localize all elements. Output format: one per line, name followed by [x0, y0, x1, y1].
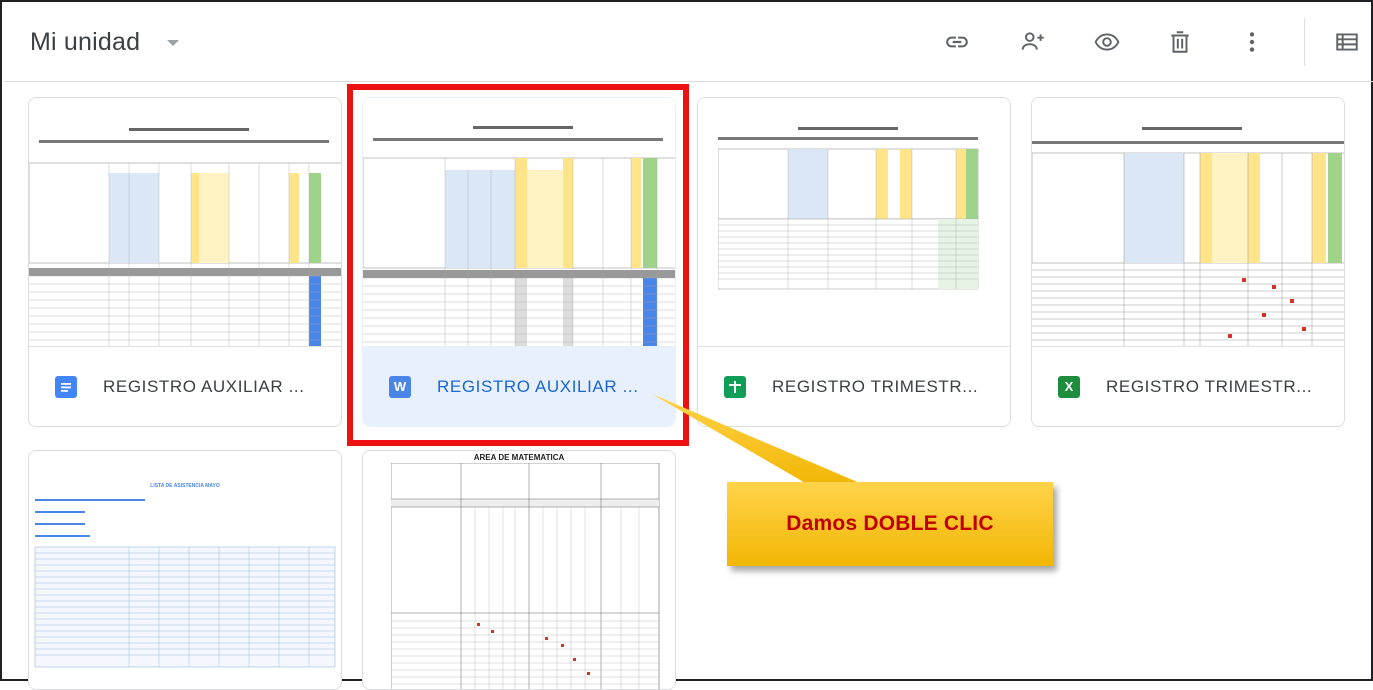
- file-card-footer: W REGISTRO AUXILIAR ...: [363, 346, 675, 426]
- file-thumbnail: LISTA DE ASISTENCIA MAYO: [29, 451, 341, 689]
- file-thumbnail: [698, 98, 1010, 348]
- file-card[interactable]: REGISTRO AUXILIAR ...: [28, 97, 342, 427]
- file-thumbnail: [1032, 98, 1344, 348]
- file-thumbnail: [363, 98, 675, 348]
- file-card[interactable]: LISTA DE ASISTENCIA MAYO: [28, 450, 342, 690]
- word-icon: W: [389, 375, 411, 398]
- file-card[interactable]: X REGISTRO TRIMESTR...: [1031, 97, 1345, 427]
- share-person-icon[interactable]: [1015, 24, 1051, 60]
- callout-text: Damos DOBLE CLIC: [786, 512, 994, 535]
- trash-icon[interactable]: [1162, 24, 1198, 60]
- file-card[interactable]: REGISTRO TRIMESTR...: [697, 97, 1011, 427]
- file-name: REGISTRO TRIMESTR...: [1106, 376, 1313, 396]
- file-card-footer: REGISTRO TRIMESTR...: [698, 346, 1010, 426]
- more-vert-icon[interactable]: [1234, 24, 1270, 60]
- file-thumbnail: AREA DE MATEMATICA: [363, 451, 675, 689]
- file-name: REGISTRO TRIMESTR...: [772, 376, 979, 396]
- list-view-icon[interactable]: [1329, 24, 1365, 60]
- file-card-footer: X REGISTRO TRIMESTR...: [1032, 346, 1344, 426]
- chevron-down-icon[interactable]: [167, 40, 179, 46]
- link-icon[interactable]: [939, 24, 975, 60]
- page-title[interactable]: Mi unidad: [30, 28, 140, 57]
- file-name: REGISTRO AUXILIAR ...: [437, 376, 639, 396]
- drive-window: Mi unidad REGISTRO AUXILIAR ... W REGIST…: [0, 0, 1373, 690]
- file-card-footer: REGISTRO AUXILIAR ...: [29, 346, 341, 426]
- file-card[interactable]: AREA DE MATEMATICA: [362, 450, 676, 690]
- google-docs-icon: [55, 375, 77, 398]
- drive-header: Mi unidad: [4, 4, 1373, 82]
- preview-eye-icon[interactable]: [1089, 24, 1125, 60]
- callout-box: Damos DOBLE CLIC: [727, 482, 1053, 566]
- thumbnail-title: LISTA DE ASISTENCIA MAYO: [150, 483, 220, 489]
- toolbar-divider: [1304, 18, 1305, 66]
- file-name: REGISTRO AUXILIAR ...: [103, 376, 305, 396]
- excel-icon: X: [1058, 375, 1080, 398]
- file-thumbnail: [29, 98, 341, 348]
- google-sheets-icon: [724, 375, 746, 398]
- file-card-selected[interactable]: W REGISTRO AUXILIAR ...: [362, 97, 676, 427]
- thumbnail-title: AREA DE MATEMATICA: [473, 453, 565, 462]
